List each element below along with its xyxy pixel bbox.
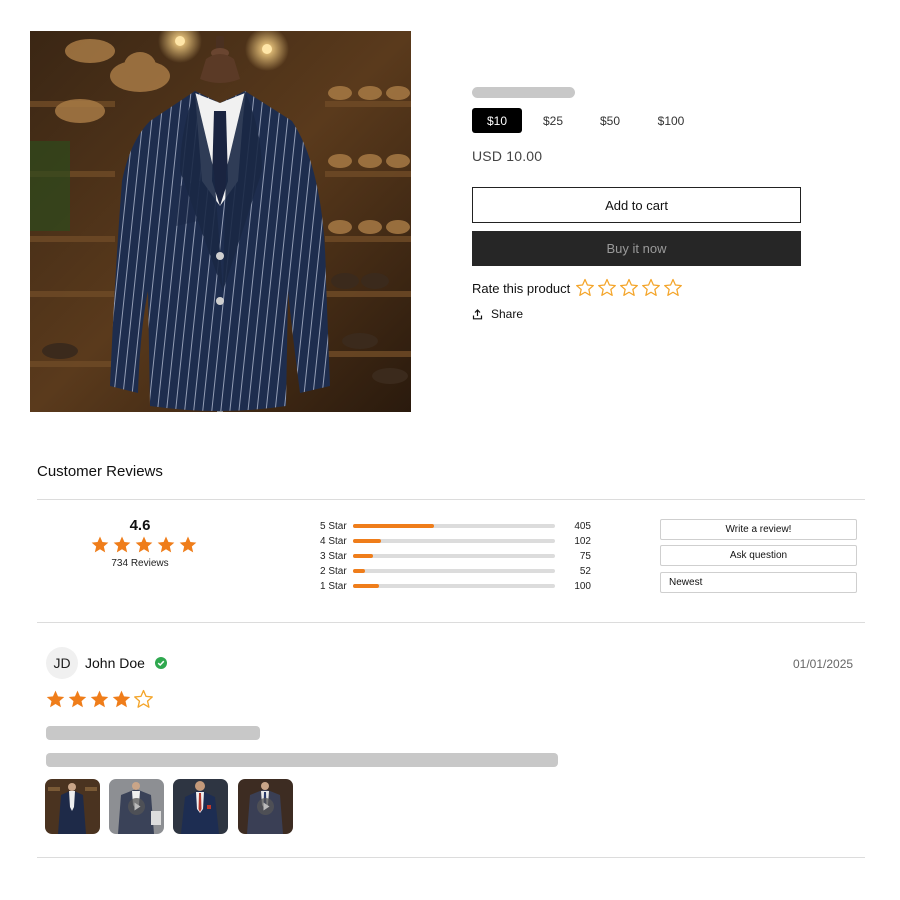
rate-star-icon[interactable] <box>597 278 617 298</box>
rate-product-row: Rate this product <box>472 277 683 299</box>
distribution-count: 75 <box>579 550 591 562</box>
rating-distribution-row: 2 Star 52 <box>320 564 591 578</box>
star-filled-icon <box>46 690 65 708</box>
distribution-label: 4 Star <box>320 535 347 547</box>
share-icon <box>472 308 483 319</box>
product-price: USD 10.00 <box>472 148 543 164</box>
distribution-label: 2 Star <box>320 565 347 577</box>
rating-distribution-row: 5 Star 405 <box>320 519 591 533</box>
review-media-thumbnail[interactable] <box>173 779 228 834</box>
star-outline-icon <box>134 689 153 708</box>
buy-it-now-button[interactable]: Buy it now <box>472 231 801 266</box>
rate-star-icon[interactable] <box>641 278 661 298</box>
review-body-skeleton <box>46 753 558 767</box>
rating-distribution-row: 3 Star 75 <box>320 549 591 563</box>
suit-photo <box>173 779 228 834</box>
distribution-count: 100 <box>574 580 591 592</box>
star-filled-icon <box>68 690 87 708</box>
distribution-count: 52 <box>579 565 591 577</box>
sort-select[interactable]: Newest <box>660 572 857 593</box>
distribution-bar-fill <box>353 584 380 588</box>
divider <box>37 857 865 858</box>
distribution-bar-fill <box>353 554 374 558</box>
ask-question-button[interactable]: Ask question <box>660 545 857 566</box>
distribution-label: 5 Star <box>320 520 347 532</box>
review-video-thumbnail[interactable] <box>109 779 164 834</box>
divider <box>37 499 865 500</box>
distribution-bar-fill <box>353 539 382 543</box>
star-filled-icon <box>157 536 175 553</box>
review-video-thumbnail[interactable] <box>238 779 293 834</box>
denomination-option-10[interactable]: $10 <box>472 108 522 133</box>
divider <box>37 622 865 623</box>
distribution-label: 3 Star <box>320 550 347 562</box>
review-count: 734 Reviews <box>111 558 169 569</box>
rate-star-group <box>575 278 683 298</box>
star-filled-icon <box>113 536 131 553</box>
distribution-label: 1 Star <box>320 580 347 592</box>
rate-star-icon[interactable] <box>575 278 595 298</box>
share-button[interactable]: Share <box>472 307 523 321</box>
add-to-cart-button[interactable]: Add to cart <box>472 187 801 223</box>
star-filled-icon <box>135 536 153 553</box>
rating-distribution-row: 1 Star 100 <box>320 579 591 593</box>
distribution-bar-fill <box>353 524 434 528</box>
product-title-skeleton <box>472 87 575 98</box>
write-review-button[interactable]: Write a review! <box>660 519 857 540</box>
reviews-heading: Customer Reviews <box>37 463 163 480</box>
denomination-option-100[interactable]: $100 <box>645 108 697 133</box>
star-filled-icon <box>90 690 109 708</box>
verified-check-icon <box>155 657 167 669</box>
rate-star-icon[interactable] <box>663 278 683 298</box>
review-rating-stars <box>45 689 154 710</box>
star-filled-icon <box>179 536 197 553</box>
review-title-skeleton <box>46 726 260 740</box>
star-filled-icon <box>112 690 131 708</box>
distribution-bar-track <box>353 569 555 573</box>
rating-distribution-row: 4 Star 102 <box>320 534 591 548</box>
denomination-option-25[interactable]: $25 <box>529 108 577 133</box>
play-icon <box>257 798 274 815</box>
rate-product-label: Rate this product <box>472 280 571 296</box>
suit-jacket-illustration <box>30 31 411 412</box>
distribution-count: 405 <box>574 520 591 532</box>
distribution-bar-fill <box>353 569 366 573</box>
average-rating-value: 4.6 <box>129 517 151 534</box>
distribution-count: 102 <box>574 535 591 547</box>
review-media-thumbnail[interactable] <box>45 779 100 834</box>
denomination-option-50[interactable]: $50 <box>586 108 634 133</box>
reviewer-name: John Doe <box>85 655 145 671</box>
suit-photo <box>45 779 100 834</box>
review-date: 01/01/2025 <box>793 657 854 671</box>
distribution-bar-track <box>353 539 555 543</box>
product-image[interactable] <box>30 31 411 412</box>
average-rating-stars <box>90 535 198 555</box>
rate-star-icon[interactable] <box>619 278 639 298</box>
play-icon <box>128 798 145 815</box>
distribution-bar-track <box>353 524 555 528</box>
star-filled-icon <box>91 536 109 553</box>
share-label: Share <box>491 307 524 321</box>
distribution-bar-track <box>353 554 555 558</box>
avatar: JD <box>46 647 78 679</box>
distribution-bar-track <box>353 584 555 588</box>
